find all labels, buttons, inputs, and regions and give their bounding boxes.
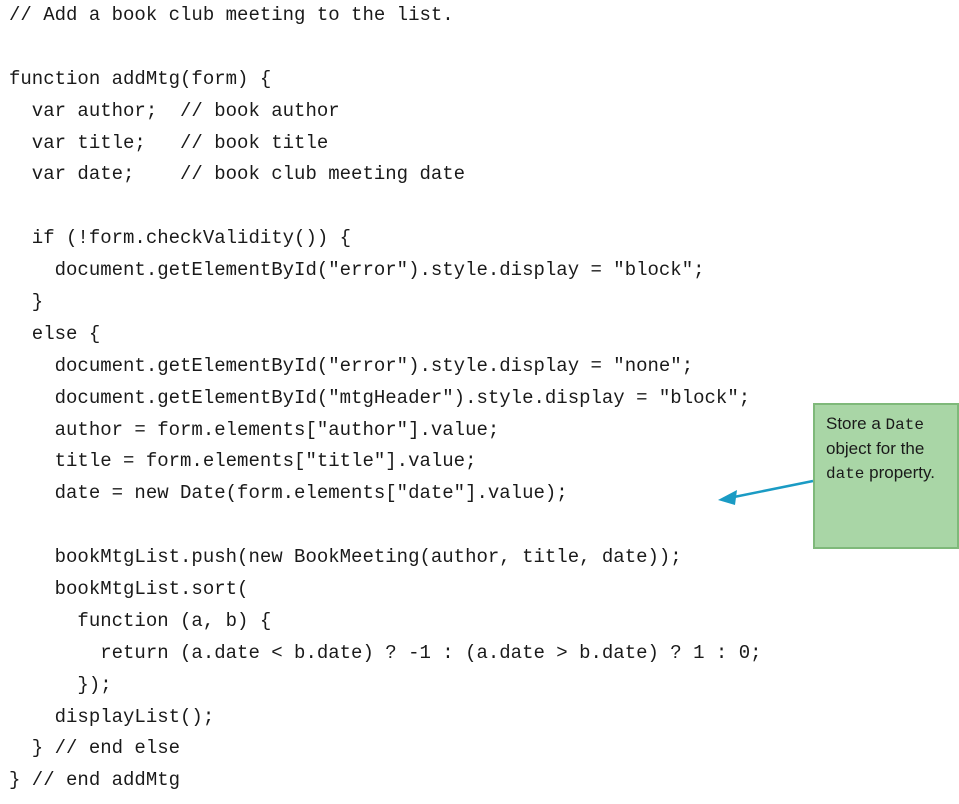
code-line: } [9,291,44,314]
code-line: document.getElementById("error").style.d… [9,354,694,377]
callout-text-part1: Store a [826,414,886,433]
callout-text-part2: object for the [826,439,925,458]
code-line: if (!form.checkValidity()) { [9,227,352,250]
code-line: bookMtgList.sort( [9,578,249,601]
code-line: date = new Date(form.elements["date"].va… [9,482,568,505]
code-line: author = form.elements["author"].value; [9,418,500,441]
code-line: }); [9,673,112,696]
code-line: document.getElementById("error").style.d… [9,259,705,282]
callout-note: Store a Date object for the date propert… [813,403,959,549]
code-listing: // Add a book club meeting to the list. … [9,0,762,797]
code-line: } // end addMtg [9,769,181,792]
code-line: bookMtgList.push(new BookMeeting(author,… [9,546,682,569]
code-line: return (a.date < b.date) ? -1 : (a.date … [9,641,762,664]
code-line: document.getElementById("mtgHeader").sty… [9,386,751,409]
code-line: var date; // book club meeting date [9,163,466,186]
code-line: displayList(); [9,705,215,728]
callout-text-part3: property. [864,463,935,482]
code-line: var author; // book author [9,99,340,122]
code-line: title = form.elements["title"].value; [9,450,477,473]
code-line: function (a, b) { [9,609,272,632]
code-line: else { [9,322,101,345]
code-line: var title; // book title [9,131,329,154]
code-line: } // end else [9,737,181,760]
code-line: function addMtg(form) { [9,67,272,90]
callout-code-date-property: date [826,465,865,483]
callout-code-date-class: Date [885,416,924,434]
code-line: // Add a book club meeting to the list. [9,4,454,26]
